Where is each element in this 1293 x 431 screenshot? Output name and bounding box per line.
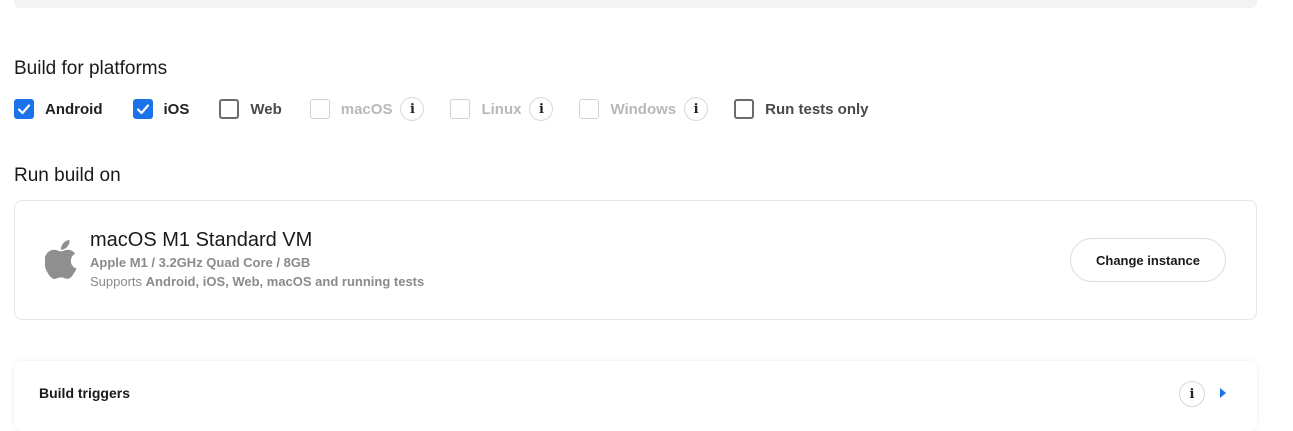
ios-checkbox[interactable]: iOS — [132, 99, 190, 119]
web-label: Web — [250, 100, 282, 118]
change-instance-button[interactable]: Change instance — [1070, 238, 1226, 282]
android-checkbox[interactable]: Android — [14, 99, 103, 119]
checkbox-disabled-icon — [309, 99, 330, 119]
supports-list: Android, iOS, Web, macOS and running tes… — [145, 274, 425, 289]
linux-label: Linux — [481, 100, 522, 118]
instance-supports: Supports Android, iOS, Web, macOS and ru… — [90, 274, 424, 289]
checkbox-unchecked-icon[interactable] — [734, 99, 755, 119]
info-icon[interactable]: i — [400, 97, 425, 121]
info-icon[interactable]: i — [1179, 381, 1205, 407]
windows-label: Windows — [610, 100, 677, 118]
apple-icon — [45, 240, 77, 279]
previous-section-panel — [14, 0, 1257, 8]
checkbox-checked-icon[interactable] — [14, 99, 34, 119]
windows-checkbox: Windows i — [579, 97, 709, 121]
run-build-on-heading: Run build on — [14, 165, 121, 186]
info-icon[interactable]: i — [529, 97, 554, 121]
expand-arrow-icon[interactable] — [1220, 388, 1226, 398]
ios-label: iOS — [163, 100, 190, 118]
android-label: Android — [45, 100, 103, 118]
instance-spec: Apple M1 / 3.2GHz Quad Core / 8GB — [90, 255, 311, 270]
macos-checkbox: macOS i — [309, 97, 425, 121]
instance-name: macOS M1 Standard VM — [90, 229, 313, 251]
linux-checkbox: Linux i — [450, 97, 554, 121]
build-triggers-section[interactable]: Build triggers i — [14, 361, 1257, 431]
build-for-platforms-heading: Build for platforms — [14, 58, 168, 79]
checkbox-checked-icon[interactable] — [132, 99, 153, 119]
instance-card: macOS M1 Standard VM Apple M1 / 3.2GHz Q… — [14, 200, 1257, 320]
platform-checkbox-group: Android iOS Web macOS i Linux i Windows … — [14, 97, 885, 121]
info-icon[interactable]: i — [684, 97, 709, 121]
web-checkbox[interactable]: Web — [219, 99, 282, 119]
checkbox-disabled-icon — [450, 99, 471, 119]
run-tests-only-checkbox[interactable]: Run tests only — [734, 99, 869, 119]
macos-label: macOS — [340, 100, 393, 118]
checkbox-unchecked-icon[interactable] — [219, 99, 240, 119]
checkbox-disabled-icon — [579, 99, 600, 119]
supports-prefix: Supports — [90, 274, 143, 289]
build-triggers-title: Build triggers — [39, 385, 131, 401]
run-tests-only-label: Run tests only — [765, 100, 869, 118]
